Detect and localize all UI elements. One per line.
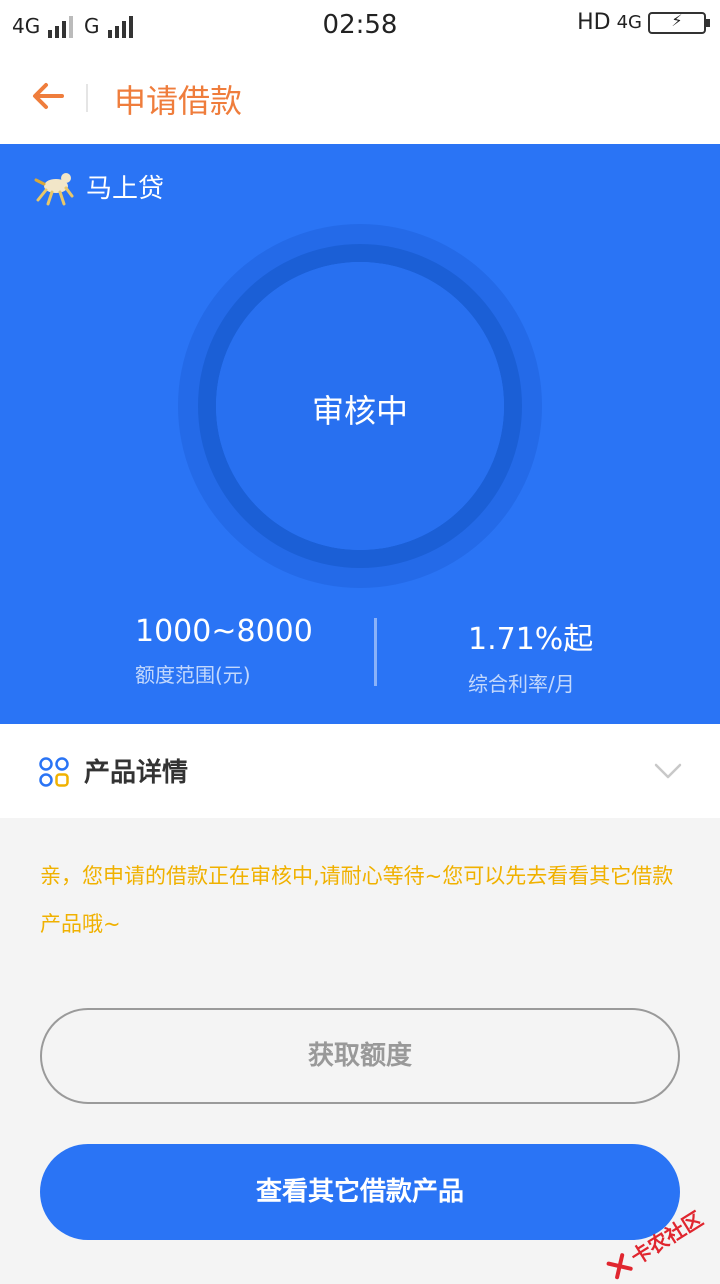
interest-rate-value: 1.71%起 (468, 622, 594, 657)
product-brand: 马上贷 (34, 166, 164, 206)
status-bar: 4G G 02:58 HD 4G ⚡ (0, 0, 720, 52)
status-ring: 审核中 (178, 224, 542, 588)
review-notice: 亲，您申请的借款正在审核中,请耐心等待~您可以先去看看其它借款产品哦~ (40, 864, 674, 936)
chevron-down-icon (654, 763, 682, 779)
battery-icon: ⚡ (648, 11, 710, 34)
status-ring-track: 审核中 (198, 244, 522, 568)
loan-status-panel: 马上贷 审核中 1000~8000 额度范围(元) 1.71%起 综合利率/月 (0, 144, 720, 724)
hd-label: HD (577, 10, 611, 35)
product-details-toggle[interactable]: 产品详情 (0, 724, 720, 818)
interest-rate-label: 综合利率/月 (468, 672, 575, 696)
view-other-products-button[interactable]: 查看其它借款产品 (40, 1144, 680, 1240)
brand-name: 马上贷 (86, 173, 165, 204)
amount-range-stat: 1000~8000 额度范围(元) (135, 614, 313, 688)
page-title: 申请借款 (114, 82, 243, 120)
review-status: 审核中 (311, 392, 408, 430)
status-right: HD 4G ⚡ (577, 10, 710, 35)
amount-range-label: 额度范围(元) (135, 663, 251, 687)
apps-grid-icon (39, 757, 69, 787)
amount-range-value: 1000~8000 (135, 614, 313, 649)
product-details-title: 产品详情 (84, 758, 189, 788)
network-type-label: 4G (616, 12, 642, 33)
app-header: 申请借款 (0, 52, 720, 144)
back-arrow-icon[interactable] (28, 76, 68, 116)
status-ring-center: 审核中 (216, 262, 504, 550)
running-horse-logo-icon (34, 173, 74, 206)
get-quota-button[interactable]: 获取额度 (40, 1008, 680, 1104)
interest-rate-stat: 1.71%起 综合利率/月 (468, 614, 593, 697)
stat-divider (374, 618, 377, 686)
header-divider (86, 84, 88, 112)
